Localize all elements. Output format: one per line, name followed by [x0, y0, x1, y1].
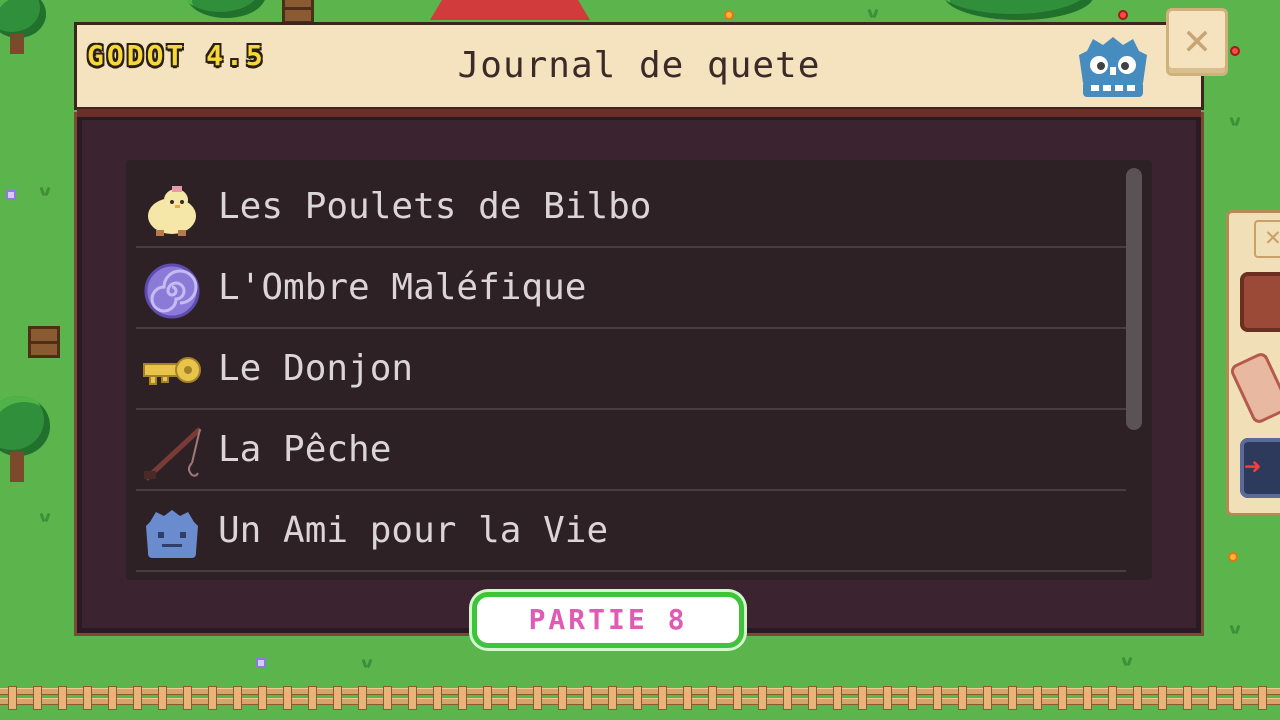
grass-decoration: [360, 658, 374, 668]
quest-row[interactable]: Le Donjon: [136, 330, 1126, 410]
quest-title: L'Ombre Maléfique: [218, 267, 587, 308]
scrollbar-thumb[interactable]: [1126, 168, 1142, 430]
red-roof-decoration: [430, 0, 590, 20]
fence-post: [358, 686, 367, 710]
fence-post: [683, 686, 692, 710]
quest-list: Les Poulets de Bilbo L'Ombre Maléfique L…: [126, 160, 1152, 580]
fence-post: [708, 686, 717, 710]
tree-decoration: [0, 0, 50, 60]
fence-post: [908, 686, 917, 710]
spiral-orb-icon: [144, 263, 200, 319]
grass-decoration: [1120, 656, 1134, 666]
fence-post: [1108, 686, 1117, 710]
fence-post: [608, 686, 617, 710]
quest-title: Un Ami pour la Vie: [218, 510, 609, 551]
fence-post: [1033, 686, 1042, 710]
crate-decoration: [28, 326, 60, 358]
fence-post: [958, 686, 967, 710]
golden-key-icon: [143, 357, 201, 385]
fence-post: [283, 686, 292, 710]
quest-row[interactable]: Un Ami pour la Vie: [136, 492, 1126, 572]
fence-post: [733, 686, 742, 710]
fence-post: [208, 686, 217, 710]
fence-post: [758, 686, 767, 710]
fence-post: [1208, 686, 1217, 710]
tree-decoration: [186, 0, 266, 20]
quest-row[interactable]: Les Poulets de Bilbo: [136, 168, 1126, 248]
fence-post: [458, 686, 467, 710]
fence-post: [33, 686, 42, 710]
godot-friend-icon: [146, 510, 198, 558]
fence-post: [1183, 686, 1192, 710]
fence-post: [8, 686, 17, 710]
grass-decoration: [38, 186, 52, 196]
grass-decoration: [1228, 116, 1242, 126]
fence-post: [583, 686, 592, 710]
fence-post: [933, 686, 942, 710]
fence-post: [1058, 686, 1067, 710]
fence-post: [1233, 686, 1242, 710]
flower-decoration: [256, 658, 266, 668]
fence-post: [983, 686, 992, 710]
fishing-rod-icon: [144, 427, 202, 481]
godot-logo-icon: [1079, 37, 1147, 97]
close-icon: ✕: [1183, 14, 1211, 65]
quest-window-header: GODOT 4.5 Journal de quete: [74, 22, 1204, 117]
fence-post: [1083, 686, 1092, 710]
fence-post: [133, 686, 142, 710]
flower-decoration: [1228, 552, 1238, 562]
fence-post: [233, 686, 242, 710]
wooden-fence: [0, 682, 1280, 710]
fence-post: [408, 686, 417, 710]
quest-row[interactable]: La Pêche: [136, 411, 1126, 491]
fence-post: [783, 686, 792, 710]
quest-title: Les Poulets de Bilbo: [218, 186, 652, 227]
fence-post: [508, 686, 517, 710]
fence-post: [183, 686, 192, 710]
quest-title: Le Donjon: [218, 348, 414, 389]
close-button[interactable]: ✕: [1166, 8, 1228, 76]
fence-post: [483, 686, 492, 710]
tree-decoration: [0, 396, 56, 486]
fence-post: [258, 686, 267, 710]
flower-decoration: [1230, 46, 1240, 56]
fence-post: [1133, 686, 1142, 710]
fence-post: [308, 686, 317, 710]
fence-post: [383, 686, 392, 710]
flower-decoration: [6, 190, 16, 200]
exit-door-icon[interactable]: [1240, 438, 1280, 498]
fence-post: [808, 686, 817, 710]
grass-decoration: [866, 8, 880, 18]
flower-decoration: [724, 10, 734, 20]
fence-post: [633, 686, 642, 710]
fence-post: [658, 686, 667, 710]
grass-decoration: [38, 512, 52, 522]
fence-post: [833, 686, 842, 710]
fence-post: [533, 686, 542, 710]
fence-post: [108, 686, 117, 710]
fence-post: [83, 686, 92, 710]
fence-post: [1008, 686, 1017, 710]
backpack-icon[interactable]: [1240, 272, 1280, 332]
fence-post: [858, 686, 867, 710]
fence-post: [1258, 686, 1267, 710]
fence-post: [883, 686, 892, 710]
chick-icon: [148, 186, 196, 236]
window-title: Journal de quete: [457, 45, 821, 86]
fence-post: [558, 686, 567, 710]
fence-post: [433, 686, 442, 710]
grass-decoration: [1228, 624, 1242, 634]
crate-decoration: [282, 0, 314, 24]
side-menu-close-icon[interactable]: ✕: [1254, 220, 1280, 258]
tree-decoration: [944, 0, 1094, 20]
quest-row[interactable]: L'Ombre Maléfique: [136, 249, 1126, 329]
part-number-badge: PARTIE 8: [472, 592, 744, 648]
quest-title: La Pêche: [218, 429, 392, 470]
flower-decoration: [1118, 10, 1128, 20]
fence-post: [333, 686, 342, 710]
fence-post: [58, 686, 67, 710]
fence-post: [158, 686, 167, 710]
fence-post: [1158, 686, 1167, 710]
